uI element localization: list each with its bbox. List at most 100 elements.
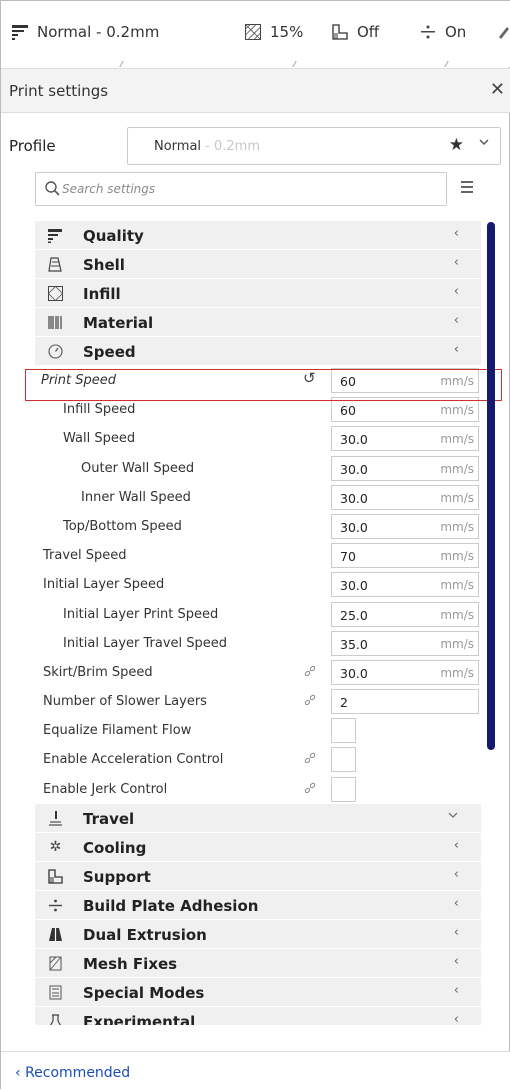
search-box[interactable] bbox=[35, 172, 447, 206]
reset-icon[interactable]: ↺ bbox=[303, 369, 316, 387]
bottom-bar: ‹ Recommended bbox=[1, 1051, 510, 1090]
category-material[interactable]: Material ‹ bbox=[35, 308, 481, 337]
category-label: Build Plate Adhesion bbox=[83, 896, 259, 915]
category-shell[interactable]: Shell ‹ bbox=[35, 250, 481, 279]
category-travel[interactable]: Travel bbox=[35, 803, 481, 833]
setting-value-field[interactable]: 70 mm/s bbox=[331, 543, 479, 569]
setting-label: Number of Slower Layers bbox=[43, 694, 207, 710]
setting-unit: mm/s bbox=[440, 403, 474, 418]
setting-value-field[interactable]: 30.0 mm/s bbox=[331, 426, 479, 452]
setting-checkbox[interactable] bbox=[331, 718, 356, 744]
category-special-modes[interactable]: Special Modes ‹ bbox=[35, 977, 481, 1007]
setting-value-field[interactable]: 30.0 mm/s bbox=[331, 455, 479, 481]
setting-enable-jerk-control: Enable Jerk Control bbox=[35, 775, 481, 804]
setting-label: Enable Jerk Control bbox=[43, 781, 168, 797]
recommended-label: Recommended bbox=[25, 1065, 131, 1081]
print-settings-window: Normal - 0.2mm 15% Off On Print settings… bbox=[0, 0, 510, 1090]
mesh-fixes-icon bbox=[47, 955, 64, 972]
setting-label: Wall Speed bbox=[63, 431, 136, 447]
setting-value-field[interactable]: 35.0 mm/s bbox=[331, 630, 479, 656]
setting-checkbox[interactable] bbox=[331, 747, 356, 773]
setting-number-of-slower-layers: Number of Slower Layers 2 bbox=[35, 687, 481, 716]
close-icon[interactable]: ✕ bbox=[490, 79, 505, 100]
setting-value-field[interactable]: 60 mm/s bbox=[331, 368, 479, 393]
category-mesh-fixes[interactable]: Mesh Fixes ‹ bbox=[35, 948, 481, 978]
setting-label: Skirt/Brim Speed bbox=[43, 664, 153, 680]
category-experimental[interactable]: Experimental ‹ bbox=[35, 1006, 481, 1026]
chevron-down-icon[interactable] bbox=[478, 136, 490, 152]
setting-initial-layer-travel-speed: Initial Layer Travel Speed 35.0 mm/s bbox=[35, 629, 481, 658]
category-build-plate-adhesion[interactable]: Build Plate Adhesion ‹ bbox=[35, 890, 481, 920]
setting-value: 60 bbox=[340, 374, 356, 389]
panel-title: Print settings bbox=[9, 82, 109, 100]
setting-checkbox[interactable] bbox=[331, 776, 356, 802]
toolbar-infill[interactable]: 15% bbox=[244, 23, 303, 41]
star-icon[interactable]: ★ bbox=[449, 135, 464, 155]
toolbar-profile[interactable]: Normal - 0.2mm bbox=[11, 23, 159, 41]
setting-enable-acceleration-control: Enable Acceleration Control bbox=[35, 745, 481, 774]
category-label: Shell bbox=[83, 256, 125, 274]
recommended-button[interactable]: ‹ Recommended bbox=[15, 1065, 130, 1081]
setting-skirt-brim-speed: Skirt/Brim Speed 30.0 mm/s bbox=[35, 658, 481, 687]
toolbar-profile-label: Normal - 0.2mm bbox=[37, 23, 160, 41]
setting-value-field[interactable]: 30.0 mm/s bbox=[331, 572, 479, 598]
link-icon bbox=[303, 781, 319, 797]
setting-value-field[interactable]: 25.0 mm/s bbox=[331, 601, 479, 627]
setting-label: Print Speed bbox=[41, 373, 117, 388]
toolbar-edit[interactable] bbox=[497, 23, 510, 41]
toolbar-divider bbox=[1, 61, 510, 69]
profile-name-suffix: - 0.2mm bbox=[201, 139, 261, 154]
setting-value-field[interactable]: 2 bbox=[331, 689, 479, 715]
setting-unit: mm/s bbox=[440, 578, 474, 593]
link-icon bbox=[303, 751, 319, 767]
setting-value-field[interactable]: 60 mm/s bbox=[331, 397, 479, 423]
setting-value-field[interactable]: 30.0 mm/s bbox=[331, 484, 479, 510]
setting-value: 2 bbox=[340, 695, 348, 711]
category-dual-extrusion[interactable]: Dual Extrusion ‹ bbox=[35, 919, 481, 949]
setting-value: 30.0 bbox=[340, 490, 368, 506]
chevron-left-icon: ‹ bbox=[453, 837, 459, 853]
settings-scrollbar[interactable] bbox=[487, 222, 495, 750]
settings-menu-icon[interactable] bbox=[459, 178, 475, 198]
category-label: Support bbox=[83, 867, 151, 886]
panel-header: Print settings ✕ bbox=[1, 69, 510, 113]
setting-inner-wall-speed: Inner Wall Speed 30.0 mm/s bbox=[35, 483, 481, 512]
chevron-left-icon: ‹ bbox=[453, 342, 459, 357]
category-label: Experimental bbox=[83, 1012, 196, 1026]
category-speed[interactable]: Speed ‹ bbox=[35, 337, 481, 366]
setting-value-field[interactable]: 30.0 mm/s bbox=[331, 659, 479, 685]
setting-value: 30.0 bbox=[340, 665, 368, 681]
setting-value: 70 bbox=[340, 549, 356, 565]
material-icon bbox=[47, 314, 64, 331]
special-modes-icon bbox=[47, 984, 64, 1001]
chevron-left-icon: ‹ bbox=[453, 953, 459, 969]
setting-infill-speed: Infill Speed 60 mm/s bbox=[35, 395, 481, 424]
setting-unit: mm/s bbox=[440, 519, 474, 534]
category-cooling[interactable]: ✲ Cooling ‹ bbox=[35, 832, 481, 862]
setting-value: 25.0 bbox=[340, 607, 368, 623]
category-label: Material bbox=[83, 314, 154, 332]
setting-label: Initial Layer Print Speed bbox=[63, 606, 219, 622]
setting-unit: mm/s bbox=[440, 490, 474, 505]
experimental-icon bbox=[47, 1013, 64, 1025]
setting-value: 30.0 bbox=[340, 432, 368, 448]
category-infill[interactable]: Infill ‹ bbox=[35, 279, 481, 308]
category-quality[interactable]: Quality ‹ bbox=[35, 221, 481, 250]
setting-label: Enable Acceleration Control bbox=[43, 752, 224, 768]
chevron-left-icon: ‹ bbox=[453, 866, 459, 882]
category-support[interactable]: Support ‹ bbox=[35, 861, 481, 891]
speed-icon bbox=[47, 343, 64, 360]
setting-print-speed: Print Speed ↺ 60 mm/s bbox=[35, 366, 481, 395]
category-label: Mesh Fixes bbox=[83, 954, 178, 973]
toolbar-support[interactable]: Off bbox=[331, 23, 379, 41]
search-input[interactable] bbox=[60, 173, 430, 205]
setting-value-field[interactable]: 30.0 mm/s bbox=[331, 513, 479, 539]
category-label: Dual Extrusion bbox=[83, 925, 207, 944]
setting-label: Equalize Filament Flow bbox=[43, 723, 192, 739]
dual-extrusion-icon bbox=[47, 926, 64, 943]
setting-label: Initial Layer Travel Speed bbox=[63, 635, 228, 651]
setting-label: Outer Wall Speed bbox=[81, 460, 195, 476]
toolbar-adhesion[interactable]: On bbox=[419, 23, 466, 41]
travel-icon bbox=[47, 810, 64, 827]
profile-selector[interactable]: Normal - 0.2mm ★ bbox=[127, 127, 501, 165]
